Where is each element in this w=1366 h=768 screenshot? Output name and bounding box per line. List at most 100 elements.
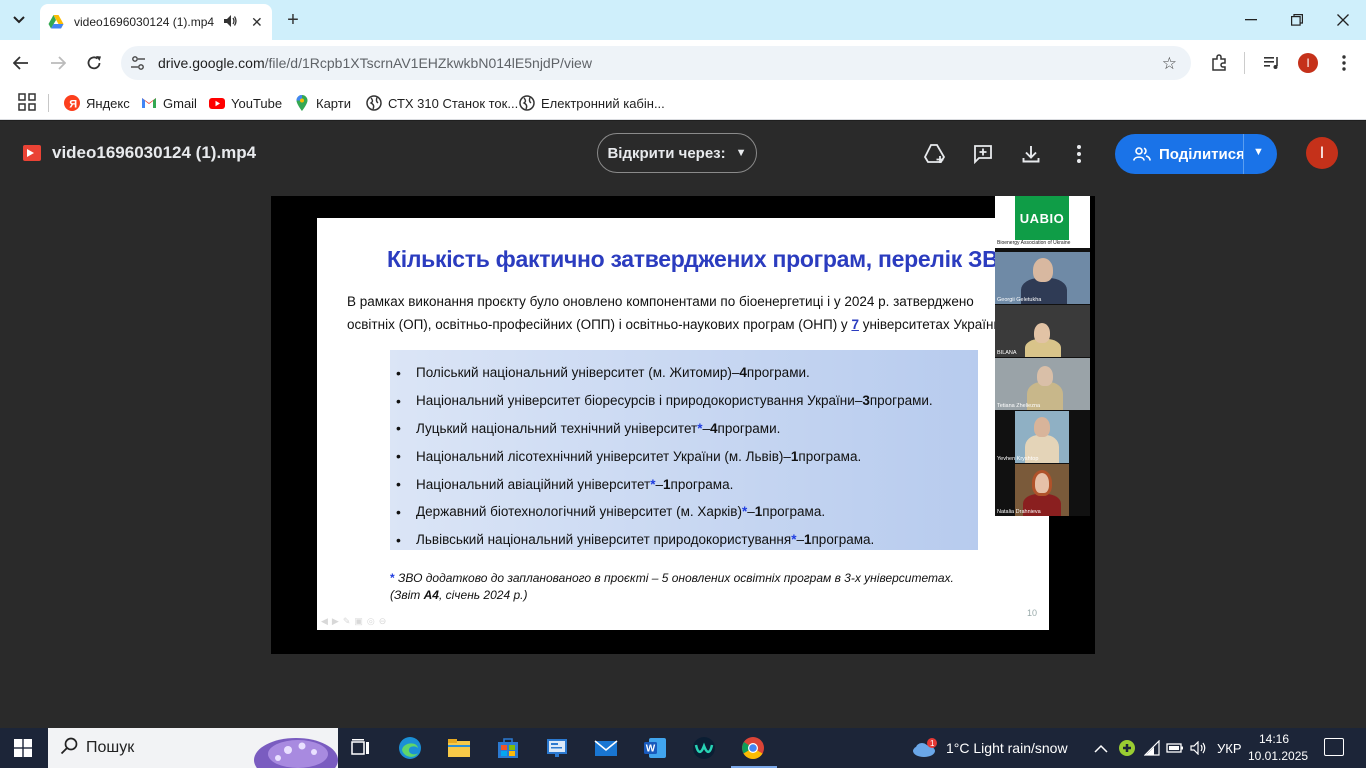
- webex-icon[interactable]: [692, 736, 716, 760]
- add-shortcut-icon[interactable]: [922, 141, 948, 167]
- tab-close-icon[interactable]: ✕: [251, 14, 263, 31]
- uabio-logo: UABIO Bioenergy Association of Ukraine: [995, 196, 1090, 248]
- close-window-icon[interactable]: [1320, 0, 1366, 40]
- more-actions-icon[interactable]: [1066, 141, 1092, 167]
- site-info-icon[interactable]: [130, 55, 146, 71]
- yandex-icon: Я: [64, 95, 80, 111]
- google-drive-icon: [48, 15, 64, 29]
- tab-strip: video1696030124 (1).mp4 - Google Drive ✕…: [0, 0, 1366, 40]
- account-avatar[interactable]: I: [1306, 137, 1338, 169]
- download-icon[interactable]: [1018, 141, 1044, 167]
- bookmark-yandex[interactable]: Я Яндекс: [64, 92, 130, 114]
- list-item: • Поліський національний університет (м. …: [396, 364, 810, 381]
- minimize-icon[interactable]: [1228, 0, 1274, 40]
- tab-title: video1696030124 (1).mp4 - Google Drive: [74, 15, 214, 29]
- maps-icon: [296, 95, 308, 111]
- list-item: • Національний університет біоресурсів і …: [396, 392, 933, 409]
- add-to-drive-icon[interactable]: [970, 141, 996, 167]
- task-view-icon[interactable]: [349, 736, 373, 760]
- presentation-app-icon[interactable]: [545, 736, 569, 760]
- bookmark-youtube[interactable]: YouTube: [209, 92, 282, 114]
- svg-text:Я: Я: [69, 99, 77, 111]
- participant-tile: Natalia Drahnieva: [995, 464, 1090, 516]
- share-button[interactable]: Поділитися ▼: [1115, 134, 1277, 174]
- bookmark-stx310[interactable]: СТХ 310 Станок ток...: [366, 92, 518, 114]
- chrome-icon[interactable]: [741, 736, 765, 760]
- bookmark-maps[interactable]: Карти: [294, 92, 351, 114]
- open-with-button[interactable]: Відкрити через: ▼: [597, 133, 757, 173]
- participant-tile: Georgii Geletukha: [995, 252, 1090, 304]
- edge-icon[interactable]: [398, 736, 422, 760]
- file-explorer-icon[interactable]: [447, 736, 471, 760]
- slide-title: Кількість фактично затверджених програм,…: [387, 246, 1016, 272]
- search-highlight-icon: [254, 738, 338, 768]
- browser-tab[interactable]: video1696030124 (1).mp4 - Google Drive ✕: [40, 4, 272, 40]
- bookmarks-separator: [48, 94, 49, 112]
- share-dropdown-icon[interactable]: ▼: [1253, 146, 1264, 158]
- bookmark-e-cabinet[interactable]: Електронний кабін...: [519, 92, 665, 114]
- forward-icon[interactable]: [45, 50, 71, 76]
- share-split-divider: [1243, 134, 1244, 174]
- weather-widget[interactable]: 1 1°C Light rain/snow: [912, 728, 1068, 768]
- back-icon[interactable]: [8, 50, 34, 76]
- apps-grid-icon[interactable]: [18, 93, 36, 111]
- university-list: • Поліський національний університет (м. …: [390, 350, 978, 550]
- word-icon[interactable]: W: [643, 736, 667, 760]
- battery-icon[interactable]: [1166, 728, 1184, 768]
- presentation-slide: Кількість фактично затверджених програм,…: [317, 218, 1049, 630]
- bookmark-star-icon[interactable]: ☆: [1162, 54, 1177, 74]
- browser-menu-icon[interactable]: [1334, 50, 1354, 76]
- new-tab-icon[interactable]: +: [282, 8, 304, 32]
- participant-tile: Tetiana Zheliezna: [995, 358, 1090, 410]
- people-icon: [1133, 147, 1151, 161]
- file-name: video1696030124 (1).mp4: [52, 143, 257, 162]
- reload-icon[interactable]: [81, 50, 107, 76]
- search-icon: [60, 737, 78, 760]
- taskbar-search[interactable]: Пошук: [48, 728, 338, 768]
- youtube-icon: [209, 98, 225, 109]
- viewer-header: video1696030124 (1).mp4 Відкрити через: …: [0, 121, 1366, 187]
- windows-start-icon[interactable]: [14, 739, 32, 757]
- system-clock[interactable]: 14:16 10.01.2025: [1248, 731, 1308, 765]
- bookmarks-bar: Я Яндекс Gmail YouTube Карти СТХ 310 Ста…: [0, 86, 1366, 120]
- microsoft-store-icon[interactable]: [496, 736, 520, 760]
- slide-intro: В рамках виконання проєкту було оновлено…: [347, 294, 1002, 332]
- mail-icon[interactable]: [594, 736, 618, 760]
- list-item: • Державний біотехнологічний університет …: [396, 503, 826, 520]
- extensions-icon[interactable]: [1206, 50, 1232, 76]
- list-item: • Львівський національний університет при…: [396, 531, 875, 548]
- media-control-icon[interactable]: [1259, 50, 1285, 76]
- chevron-down-icon: ▼: [735, 147, 747, 159]
- slide-footnote: * ЗВО додатково до запланованого в проєк…: [390, 571, 954, 602]
- notification-center-icon[interactable]: [1324, 738, 1344, 756]
- restore-icon[interactable]: [1274, 0, 1320, 40]
- svg-text:W: W: [646, 744, 656, 755]
- toolbar-separator: [1244, 52, 1245, 74]
- show-hidden-icons[interactable]: [1094, 728, 1108, 768]
- speaker-icon[interactable]: [224, 14, 237, 30]
- volume-icon[interactable]: [1190, 728, 1208, 768]
- windows-taskbar: Пошук W 1 1°C Light rain/snow УКР 14:16 …: [0, 728, 1366, 768]
- gmail-icon: [142, 98, 156, 108]
- drive-viewer: video1696030124 (1).mp4 Відкрити через: …: [0, 121, 1366, 728]
- address-bar[interactable]: drive.google.com/file/d/1Rcpb1XTscrnAV1E…: [121, 46, 1191, 80]
- participant-tile: Yevhen Kryshtop: [995, 411, 1090, 463]
- bookmark-gmail[interactable]: Gmail: [141, 92, 197, 114]
- language-indicator[interactable]: УКР: [1217, 728, 1242, 768]
- video-player[interactable]: Кількість фактично затверджених програм,…: [271, 196, 1095, 654]
- globe-icon: [519, 95, 535, 111]
- wifi-icon[interactable]: [1144, 728, 1160, 768]
- globe-icon: [366, 95, 382, 111]
- list-item: • Національний лісотехнічний університет …: [396, 448, 862, 465]
- slide-page-number: 10: [1027, 608, 1038, 618]
- profile-avatar[interactable]: I: [1296, 50, 1320, 76]
- vpn-shield-icon[interactable]: [1118, 728, 1136, 768]
- slide-controls-icon: ◀▶✎▣◎⊖: [321, 616, 391, 626]
- tab-search-icon[interactable]: [6, 8, 32, 32]
- weather-cloud-icon: 1: [913, 738, 937, 757]
- list-item: • Національний авіаційний університет * – …: [396, 476, 734, 493]
- list-item: • Луцький національний технічний універси…: [396, 420, 781, 437]
- url-text[interactable]: drive.google.com/file/d/1Rcpb1XTscrnAV1E…: [158, 55, 592, 71]
- svg-text:1: 1: [930, 739, 935, 748]
- participants-panel: UABIO Bioenergy Association of Ukraine G…: [995, 196, 1090, 516]
